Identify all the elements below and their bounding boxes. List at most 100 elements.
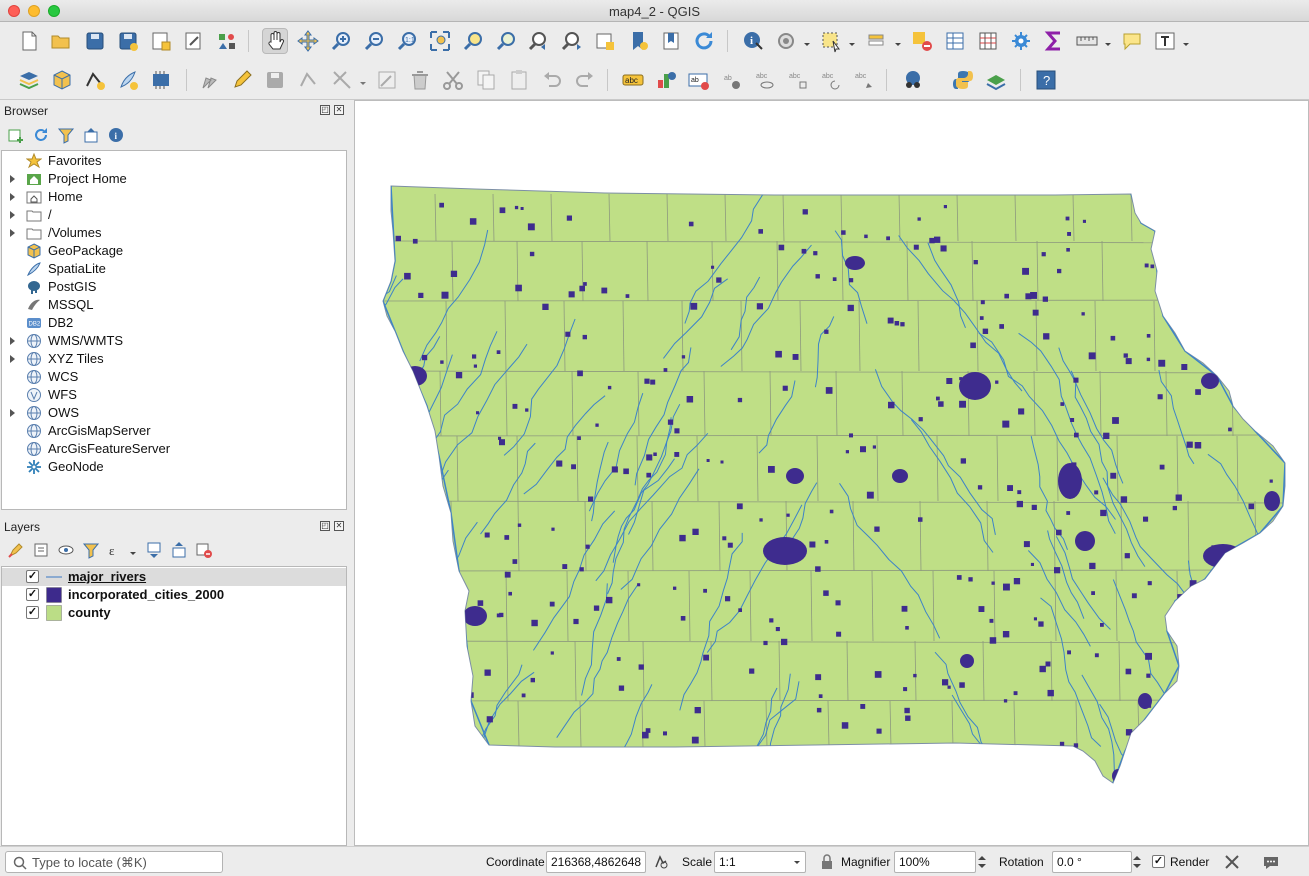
python-console-icon[interactable]: [950, 67, 976, 93]
browser-item[interactable]: MSSQL: [2, 296, 346, 314]
redo-icon[interactable]: [572, 67, 598, 93]
rotation-field[interactable]: 0.0 °: [1052, 851, 1132, 873]
filter-by-expression-icon[interactable]: ε: [107, 541, 125, 559]
close-icon[interactable]: ✕: [334, 521, 344, 531]
plugin-layers-icon[interactable]: [983, 67, 1009, 93]
copy-features-icon[interactable]: [473, 67, 499, 93]
new-print-layout-icon[interactable]: [148, 28, 174, 54]
rotate-label-icon[interactable]: abc: [818, 67, 844, 93]
browser-item[interactable]: ArcGisMapServer: [2, 422, 346, 440]
add-group-icon[interactable]: [32, 541, 50, 559]
toggle-editing-icon[interactable]: [229, 67, 255, 93]
new-project-icon[interactable]: [16, 28, 42, 54]
attribute-table-icon[interactable]: [942, 28, 968, 54]
undock-icon[interactable]: ◰: [320, 521, 330, 531]
browser-item[interactable]: SpatiaLite: [2, 260, 346, 278]
zoom-native-icon[interactable]: 1:1: [394, 28, 420, 54]
style-manager-icon[interactable]: [214, 28, 240, 54]
layer-visibility-checkbox[interactable]: ✓: [26, 588, 39, 601]
locator-bar[interactable]: [5, 851, 223, 873]
paste-features-icon[interactable]: [506, 67, 532, 93]
select-by-value-icon[interactable]: [864, 28, 890, 54]
browser-item[interactable]: Project Home: [2, 170, 346, 188]
map-tips-icon[interactable]: [1119, 28, 1145, 54]
zoom-next-icon[interactable]: [559, 28, 585, 54]
layer-row[interactable]: ✓ county: [2, 604, 346, 622]
filter-legend-icon[interactable]: [82, 541, 100, 559]
browser-item[interactable]: Favorites: [2, 152, 346, 170]
new-shapefile-layer-icon[interactable]: [82, 67, 108, 93]
rotation-stepper[interactable]: [1130, 851, 1144, 873]
expand-arrow-icon[interactable]: [10, 211, 15, 219]
chevron-down-icon[interactable]: [1182, 37, 1190, 46]
browser-item[interactable]: GeoPackage: [2, 242, 346, 260]
new-bookmark-icon[interactable]: [625, 28, 651, 54]
collapse-all-icon[interactable]: [82, 126, 100, 144]
chevron-down-icon[interactable]: [359, 76, 367, 85]
modify-attributes-icon[interactable]: [374, 67, 400, 93]
chevron-down-icon[interactable]: [129, 546, 137, 555]
new-spatialite-layer-icon[interactable]: [115, 67, 141, 93]
zoom-in-icon[interactable]: [328, 28, 354, 54]
zoom-to-layer-icon[interactable]: [493, 28, 519, 54]
browser-item[interactable]: OWS: [2, 404, 346, 422]
chevron-down-icon[interactable]: [894, 37, 902, 46]
select-features-icon[interactable]: [818, 28, 844, 54]
render-checkbox[interactable]: ✓: [1152, 855, 1165, 868]
delete-selected-icon[interactable]: [407, 67, 433, 93]
add-selected-layers-icon[interactable]: [7, 126, 25, 144]
zoom-last-icon[interactable]: [526, 28, 552, 54]
text-annotation-icon[interactable]: [1152, 28, 1178, 54]
coordinate-field[interactable]: 216368,4862648: [546, 851, 646, 873]
save-project-icon[interactable]: [82, 28, 108, 54]
refresh-icon[interactable]: [32, 126, 50, 144]
browser-item[interactable]: WMS/WMTS: [2, 332, 346, 350]
show-hide-labels-icon[interactable]: abc: [752, 67, 778, 93]
lock-scale-icon[interactable]: [818, 853, 836, 871]
layer-row[interactable]: ✓ incorporated_cities_2000: [2, 586, 346, 604]
scale-combobox[interactable]: 1:1: [714, 851, 806, 873]
expand-arrow-icon[interactable]: [10, 193, 15, 201]
properties-info-icon[interactable]: i: [107, 126, 125, 144]
filter-icon[interactable]: [57, 126, 75, 144]
layer-visibility-checkbox[interactable]: ✓: [26, 570, 39, 583]
zoom-full-icon[interactable]: [427, 28, 453, 54]
chevron-down-icon[interactable]: [803, 37, 811, 46]
refresh-icon[interactable]: [691, 28, 717, 54]
zoom-out-icon[interactable]: [361, 28, 387, 54]
add-feature-icon[interactable]: [296, 67, 322, 93]
deselect-all-icon[interactable]: [909, 28, 935, 54]
highlight-pinned-labels-icon[interactable]: ab: [686, 67, 712, 93]
expand-arrow-icon[interactable]: [10, 229, 15, 237]
map-canvas[interactable]: [354, 100, 1309, 846]
expand-arrow-icon[interactable]: [10, 355, 15, 363]
undo-icon[interactable]: [539, 67, 565, 93]
close-icon[interactable]: ✕: [334, 105, 344, 115]
browser-item[interactable]: PostGIS: [2, 278, 346, 296]
pan-map-icon[interactable]: [262, 28, 288, 54]
change-label-icon[interactable]: abc: [851, 67, 877, 93]
run-feature-action-icon[interactable]: [773, 28, 799, 54]
field-calculator-icon[interactable]: [975, 28, 1001, 54]
identify-features-icon[interactable]: i: [740, 28, 766, 54]
statistical-summary-icon[interactable]: [1041, 28, 1067, 54]
crs-status-icon[interactable]: [1223, 853, 1241, 871]
processing-toolbox-icon[interactable]: [1008, 28, 1034, 54]
expand-arrow-icon[interactable]: [10, 175, 15, 183]
browser-item[interactable]: ArcGisFeatureServer: [2, 440, 346, 458]
browser-item[interactable]: Home: [2, 188, 346, 206]
metasearch-icon[interactable]: [900, 67, 926, 93]
layer-styling-icon[interactable]: [7, 541, 25, 559]
current-edits-icon[interactable]: [198, 67, 224, 93]
new-virtual-layer-icon[interactable]: [148, 67, 174, 93]
new-geopackage-layer-icon[interactable]: [49, 67, 75, 93]
layer-labeling-icon[interactable]: abc: [620, 67, 646, 93]
browser-item[interactable]: GeoNode: [2, 458, 346, 476]
show-bookmarks-icon[interactable]: [658, 28, 684, 54]
pan-to-selection-icon[interactable]: [295, 28, 321, 54]
expand-arrow-icon[interactable]: [10, 409, 15, 417]
magnifier-field[interactable]: 100%: [894, 851, 976, 873]
manage-visibility-icon[interactable]: [57, 541, 75, 559]
undock-icon[interactable]: ◰: [320, 105, 330, 115]
toggle-extents-icon[interactable]: [652, 853, 670, 871]
